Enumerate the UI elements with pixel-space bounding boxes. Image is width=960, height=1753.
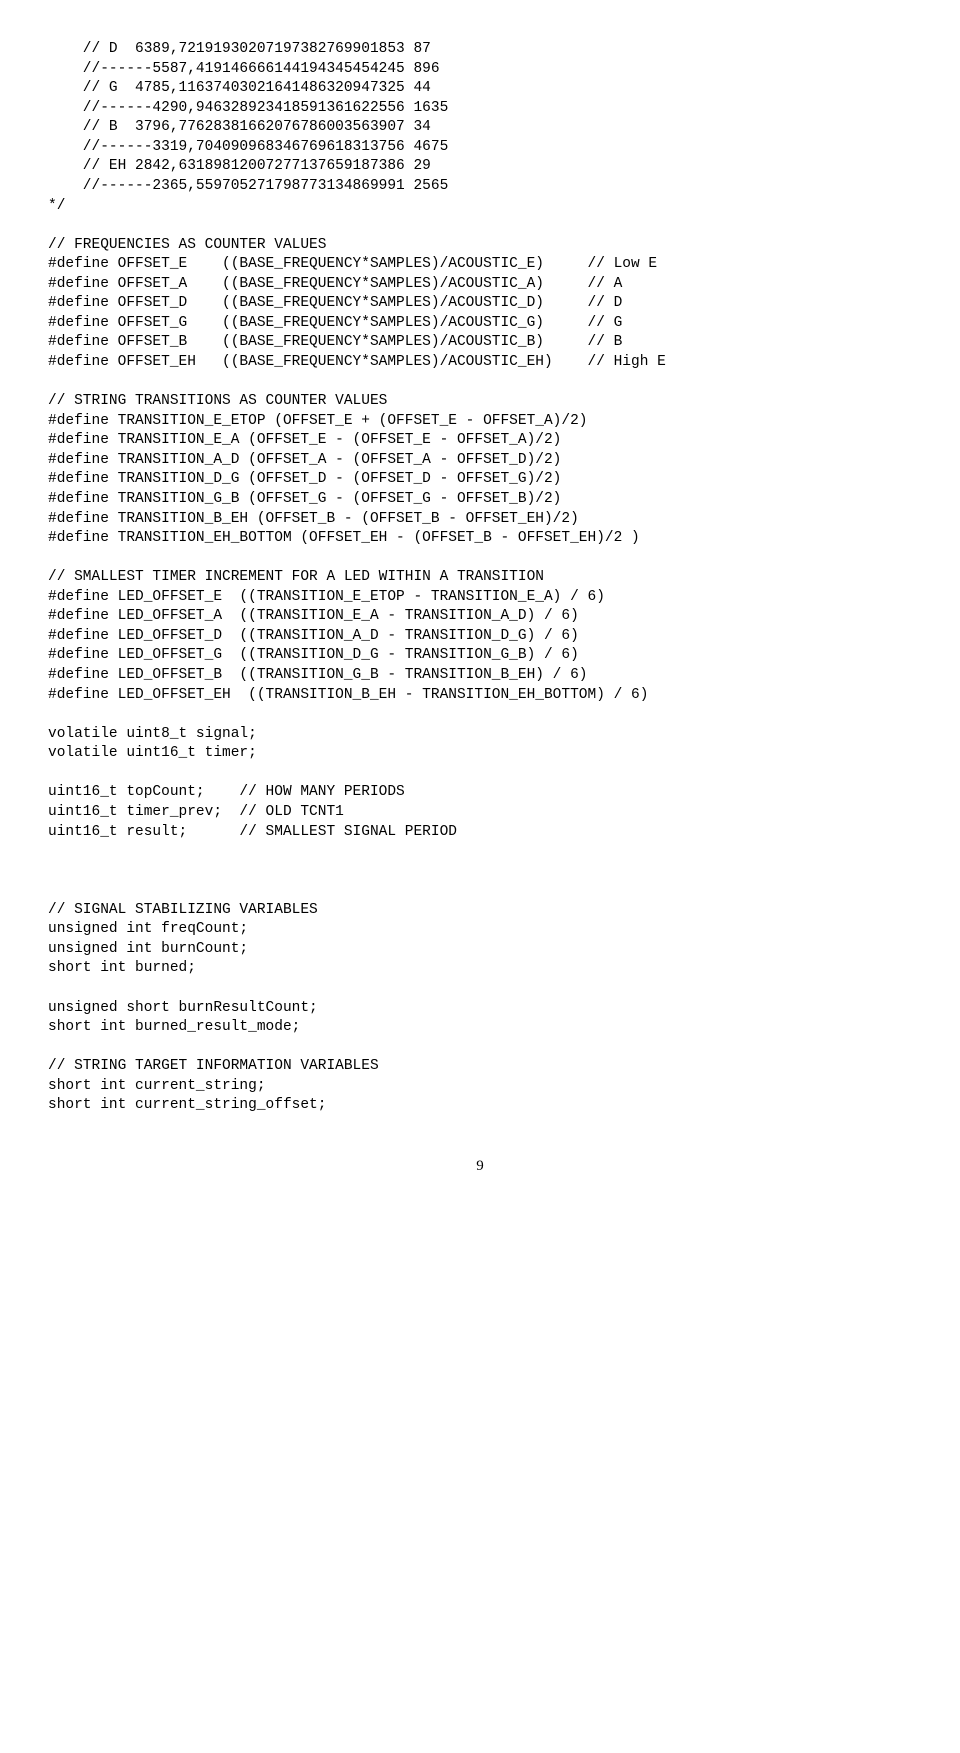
code-block: // D 6389,72191930207197382769901853 87 … (48, 40, 912, 1116)
page-number: 9 (48, 1156, 912, 1176)
